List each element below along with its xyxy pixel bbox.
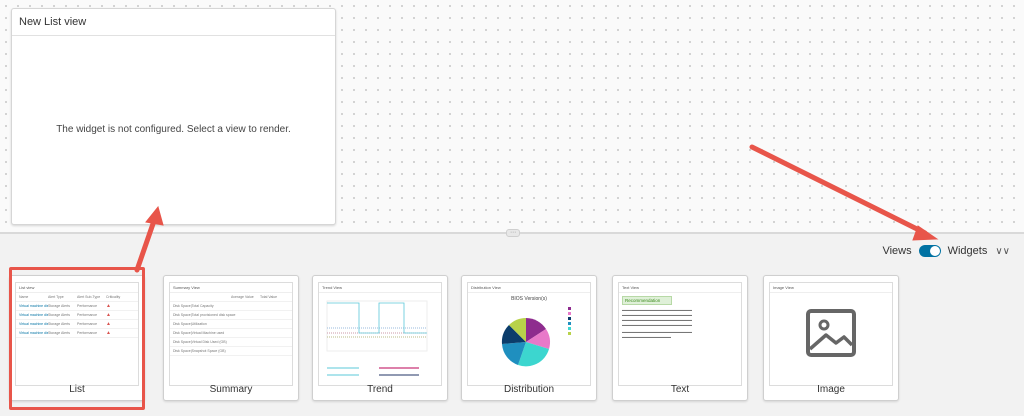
header-cell: Total Value xyxy=(260,295,278,299)
thumb-title: Summary View xyxy=(170,283,292,293)
header-cell xyxy=(173,293,231,301)
row-label: Disk Space|Total Capacity xyxy=(173,304,214,308)
row-label: Disk Space|Virtual Disk Used (GB) xyxy=(173,340,227,344)
table-row: Disk Space|Total provisioned disk space xyxy=(170,311,292,320)
text-thumbnail: Text View Recommendation ▬▬▬▬▬▬▬▬▬▬▬▬▬▬▬… xyxy=(618,282,742,386)
view-card-distribution[interactable]: Distribution View BIOS Version(s) Distri… xyxy=(461,275,597,401)
card-label: Summary xyxy=(209,384,253,395)
table-header: Average Value Total Value xyxy=(170,293,292,302)
image-thumbnail: Image View xyxy=(769,282,893,386)
table-row: Disk Space|Snapshot Space (GB) xyxy=(170,347,292,356)
widget-title: New List view xyxy=(12,9,335,36)
thumb-title: Text View xyxy=(619,283,741,293)
widgets-label: Widgets xyxy=(947,245,988,257)
selected-card-highlight xyxy=(9,267,145,410)
thumb-title: Image View xyxy=(770,283,892,293)
table-row: Disk Space|Virtual Disk Used (GB) xyxy=(170,338,292,347)
recommendation-badge: Recommendation xyxy=(622,296,672,305)
views-widgets-switch[interactable] xyxy=(918,245,941,257)
card-label: Text xyxy=(670,384,690,395)
card-label: Image xyxy=(817,384,845,395)
row-label: Disk Space|Snapshot Space (GB) xyxy=(173,349,226,353)
header-cell: Average Value xyxy=(231,295,254,299)
table-row: Disk Space|Virtual Machine used xyxy=(170,329,292,338)
trend-thumbnail: Trend View xyxy=(318,282,442,386)
row-label: Disk Space|Utilization xyxy=(173,322,207,326)
summary-thumbnail: Summary View Average Value Total Value D… xyxy=(169,282,293,386)
thumb-title: Trend View xyxy=(319,283,441,293)
views-label: Views xyxy=(882,245,912,257)
pie-chart-icon xyxy=(501,307,571,367)
view-card-summary[interactable]: Summary View Average Value Total Value D… xyxy=(163,275,299,401)
views-widgets-toggle-row: Views Widgets ∨∨ xyxy=(878,245,1014,257)
text-placeholder-lines: ▬▬▬▬▬▬▬▬▬▬▬▬▬▬▬▬▬▬▬▬ ▬▬▬▬▬▬▬▬▬▬▬▬▬▬ xyxy=(622,330,692,339)
text-placeholder-lines: ▬▬▬▬▬▬▬▬▬▬▬▬▬▬▬▬▬▬▬▬ ▬▬▬▬▬▬▬▬▬▬▬▬▬▬▬▬▬▬▬▬… xyxy=(622,308,692,327)
collapse-chevron-icon[interactable]: ∨∨ xyxy=(995,246,1010,257)
card-label: Trend xyxy=(367,384,393,395)
view-card-trend[interactable]: Trend View Trend xyxy=(312,275,448,401)
view-card-image[interactable]: Image View Image xyxy=(763,275,899,401)
thumb-title: Distribution View xyxy=(468,283,590,293)
new-list-view-widget[interactable]: New List view The widget is not configur… xyxy=(11,8,336,225)
card-label: Distribution xyxy=(503,384,555,395)
image-placeholder-icon xyxy=(806,309,856,357)
splitter-handle-icon[interactable]: ⋯ xyxy=(506,229,520,237)
view-card-text[interactable]: Text View Recommendation ▬▬▬▬▬▬▬▬▬▬▬▬▬▬▬… xyxy=(612,275,748,401)
row-label: Disk Space|Virtual Machine used xyxy=(173,331,225,335)
widget-empty-message: The widget is not configured. Select a v… xyxy=(56,124,291,135)
table-row: Disk Space|Total Capacity xyxy=(170,302,292,311)
table-row: Disk Space|Utilization xyxy=(170,320,292,329)
row-label: Disk Space|Total provisioned disk space xyxy=(173,313,236,317)
trend-chart-icon xyxy=(326,300,428,376)
distribution-thumbnail: Distribution View BIOS Version(s) xyxy=(467,282,591,386)
